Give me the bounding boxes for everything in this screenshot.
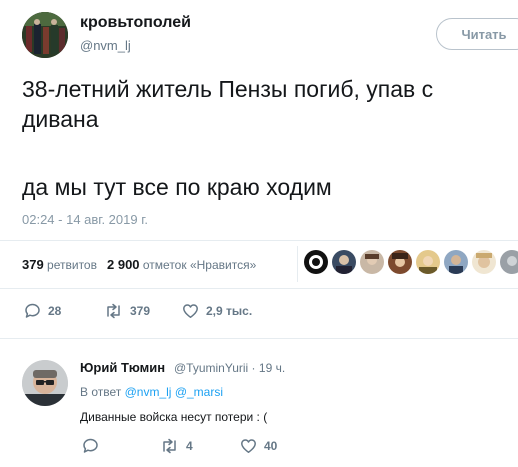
reply-to: В ответ @nvm_lj @_marsi — [80, 385, 223, 399]
liked-by-avatar[interactable] — [332, 250, 356, 274]
tweet-timestamp[interactable]: 02:24 - 14 авг. 2019 г. — [22, 212, 148, 227]
reply-author-handle[interactable]: @TyuminYurii — [174, 361, 248, 375]
stats-separator — [297, 246, 298, 282]
reply-count: 28 — [48, 304, 62, 318]
reply-action[interactable]: 28 — [24, 303, 61, 319]
heart-icon — [183, 304, 198, 318]
likes-label[interactable]: отметок «Нравится» — [143, 258, 256, 272]
reply-to-handle[interactable]: @_marsi — [175, 385, 223, 399]
reply-author-avatar[interactable] — [22, 360, 68, 406]
author-name[interactable]: кровьтополей — [80, 14, 191, 32]
reply-to-prefix: В ответ — [80, 385, 122, 399]
reply-like-count: 40 — [264, 439, 278, 453]
tweet-text-line1: 38-летний житель Пензы погиб, упав с див… — [22, 76, 434, 132]
liked-by-avatar[interactable] — [416, 250, 440, 274]
like-count: 2,9 тыс. — [206, 304, 253, 318]
author-handle[interactable]: @nvm_lj — [80, 38, 131, 53]
retweet-icon — [107, 303, 120, 319]
reply-to-handle[interactable]: @nvm_lj — [125, 385, 172, 399]
heart-icon — [241, 439, 256, 453]
divider — [0, 240, 518, 241]
liked-by-avatar[interactable] — [388, 250, 412, 274]
divider — [0, 338, 518, 339]
reply-retweet-action[interactable]: 4 — [160, 438, 193, 454]
reply-author-name[interactable]: Юрий Тюмин — [80, 360, 165, 375]
like-action[interactable]: 2,9 тыс. — [182, 303, 252, 319]
liked-by-avatar[interactable] — [360, 250, 384, 274]
retweet-count: 379 — [130, 304, 151, 318]
likes-count[interactable]: 2 900 — [107, 257, 140, 272]
reply-retweet-count: 4 — [186, 439, 193, 453]
retweets-label[interactable]: ретвитов — [47, 258, 97, 272]
reply-meta: @TyuminYurii · 19 ч. — [174, 361, 285, 375]
meta-separator: · — [251, 361, 256, 375]
tweet-text-line2: да мы тут все по краю ходим — [22, 174, 332, 200]
retweet-icon — [163, 438, 176, 454]
reply-text: Диванные войска несут потери : ( — [80, 410, 268, 424]
follow-button[interactable]: Читать — [436, 18, 518, 50]
reply-time[interactable]: 19 ч. — [259, 361, 285, 375]
reply-like-action[interactable]: 40 — [240, 438, 277, 454]
divider — [0, 288, 518, 289]
reply-icon — [83, 438, 98, 453]
retweet-action[interactable]: 379 — [104, 303, 150, 319]
liked-by-avatar[interactable] — [444, 250, 468, 274]
reply-icon — [25, 303, 40, 318]
liked-by-avatar[interactable] — [304, 250, 328, 274]
tweet-stats: 379 ретвитов 2 900 отметок «Нравится» — [22, 257, 256, 272]
liked-by-avatar[interactable] — [472, 250, 496, 274]
liked-by-avatar[interactable] — [500, 250, 518, 274]
author-avatar[interactable] — [22, 12, 68, 58]
reply-reply-action[interactable] — [82, 438, 99, 454]
retweets-count[interactable]: 379 — [22, 257, 44, 272]
